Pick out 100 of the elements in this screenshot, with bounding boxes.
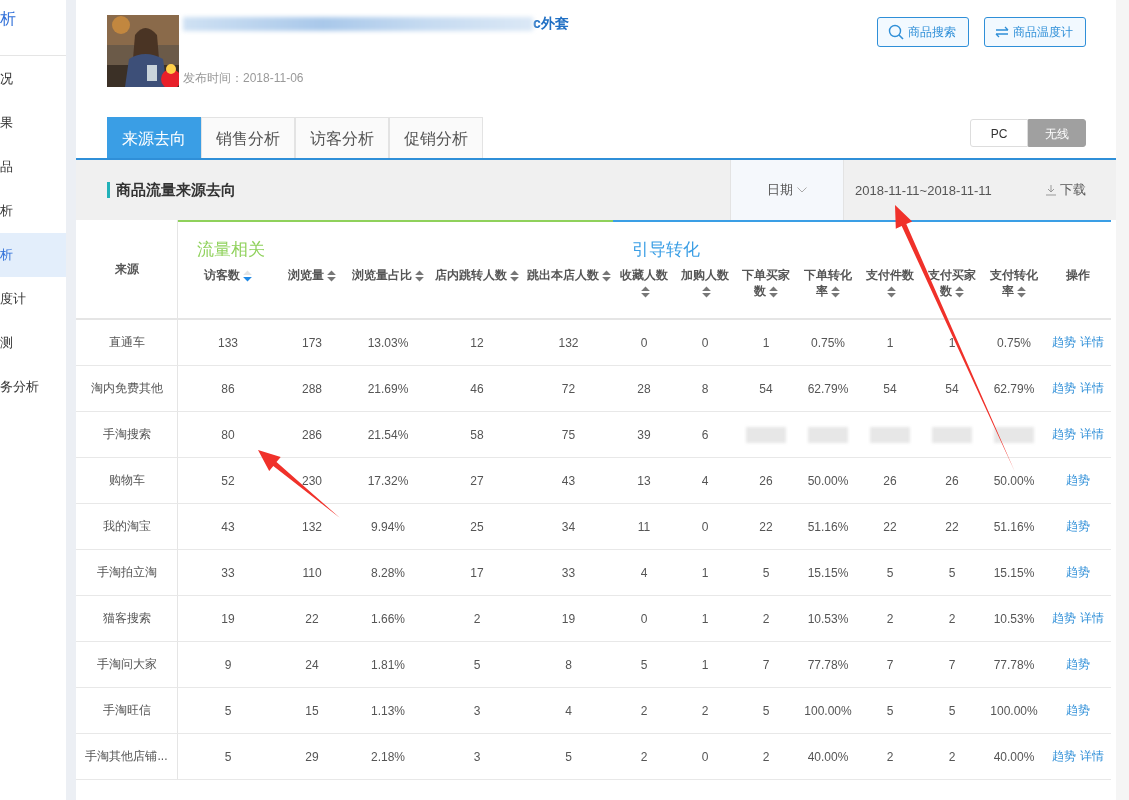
action-link[interactable]: 趋势 [1052,334,1076,351]
table-cell: 19 [524,596,613,642]
table-cell: 9.94% [346,504,430,550]
table-cell: 86 [178,366,278,412]
sidebar-item[interactable]: 务分析 [0,365,66,409]
column-header[interactable]: 加购人数 [677,267,733,299]
download-button[interactable]: 下载 [1045,160,1116,220]
tab[interactable]: 销售分析 [201,117,295,158]
action-link[interactable]: 详情 [1080,380,1104,397]
table-cell: 5 [735,550,797,596]
table-cell: 2.18% [346,734,430,780]
action-link[interactable]: 详情 [1080,610,1104,627]
table-cell: 1.81% [346,642,430,688]
table-cell: 17 [430,550,524,596]
table-cell: 1.13% [346,688,430,734]
source-cell: 直通车 [76,320,178,366]
action-link[interactable]: 趋势 [1066,472,1090,489]
product-title[interactable]: c外套 [533,15,569,33]
table-cell: 15.15% [797,550,859,596]
table-cell: 10.53% [797,596,859,642]
action-link[interactable]: 详情 [1080,748,1104,765]
sidebar-item[interactable]: 析 [0,233,66,277]
action-link[interactable]: 详情 [1080,426,1104,443]
table-cell: 46 [430,366,524,412]
table-cell: 1 [735,320,797,366]
table-cell: 51.16% [983,504,1045,550]
table-cell: 2 [675,688,735,734]
action-link[interactable]: 趋势 [1066,518,1090,535]
table-cell: 8 [524,642,613,688]
table-cell: 58 [430,412,524,458]
column-header[interactable]: 店内跳转人数 [435,267,519,283]
table-cell: 5 [613,642,675,688]
table-cell: 17.32% [346,458,430,504]
table-cell: 11 [613,504,675,550]
table-cell: 15 [278,688,346,734]
sidebar-item[interactable]: 度计 [0,277,66,321]
table-cell: 0.75% [797,320,859,366]
table-cell: 43 [524,458,613,504]
table-cell: 2 [430,596,524,642]
sidebar-item[interactable]: 果 [0,101,66,145]
column-header[interactable]: 浏览量 [288,267,336,283]
table-cell: 54 [859,366,921,412]
table-cell: 1 [675,550,735,596]
blurred-text [870,426,910,443]
table-cell: 28 [613,366,675,412]
table-cell: 2 [735,734,797,780]
table-cell: 9 [178,642,278,688]
column-header[interactable]: 浏览量占比 [352,267,424,283]
table-cell: 27 [430,458,524,504]
table-cell: 2 [735,596,797,642]
column-header[interactable]: 收藏人数 [615,267,673,299]
tab[interactable]: 访客分析 [295,117,389,158]
action-link[interactable]: 趋势 [1066,656,1090,673]
table-cell: 29 [278,734,346,780]
action-link[interactable]: 趋势 [1052,610,1076,627]
sidebar-item[interactable]: 品 [0,145,66,189]
action-link[interactable]: 趋势 [1052,380,1076,397]
date-dropdown[interactable]: 日期 [730,160,844,220]
table-cell: 26 [735,458,797,504]
tab[interactable]: 促销分析 [389,117,483,158]
table-cell: 26 [859,458,921,504]
column-header[interactable]: 下单买家数 [737,267,795,299]
action-link[interactable]: 趋势 [1066,702,1090,719]
date-range: 2018-11-11~2018-11-11 [854,181,993,200]
blurred-text [994,426,1034,443]
table-cell: 13.03% [346,320,430,366]
table-cell: 21.54% [346,412,430,458]
table-cell: 5 [524,734,613,780]
column-header[interactable]: 下单转化率 [799,267,857,299]
column-header: 操作 [1066,267,1090,283]
table-cell: 100.00% [797,688,859,734]
table-cell: 2 [613,734,675,780]
table-cell: 1 [859,320,921,366]
blurred-text [746,426,786,443]
table-cell: 33 [178,550,278,596]
platform-toggle[interactable]: PC [970,119,1028,147]
table-cell: 7 [859,642,921,688]
table-cell: 77.78% [797,642,859,688]
action-link[interactable]: 趋势 [1052,748,1076,765]
action-link[interactable]: 趋势 [1066,564,1090,581]
table-cell: 50.00% [983,458,1045,504]
column-header[interactable]: 访客数 [204,267,252,283]
action-link[interactable]: 趋势 [1052,426,1076,443]
table-cell: 7 [735,642,797,688]
column-header[interactable]: 支付件数 [861,267,919,299]
table-cell: 8 [675,366,735,412]
table-cell: 5 [859,688,921,734]
table-cell: 22 [735,504,797,550]
table-cell: 0 [675,320,735,366]
sidebar-item[interactable]: 况 [0,57,66,101]
action-link[interactable]: 详情 [1080,334,1104,351]
column-header[interactable]: 支付转化率 [985,267,1043,299]
table-cell: 0 [675,504,735,550]
table-cell: 4 [524,688,613,734]
table-cell: 5 [178,734,278,780]
source-cell: 手淘其他店铺... [76,734,178,780]
sidebar-item[interactable]: 测 [0,321,66,365]
sidebar-item[interactable]: 析 [0,189,66,233]
table-cell: 54 [735,366,797,412]
column-header[interactable]: 跳出本店人数 [526,267,611,283]
